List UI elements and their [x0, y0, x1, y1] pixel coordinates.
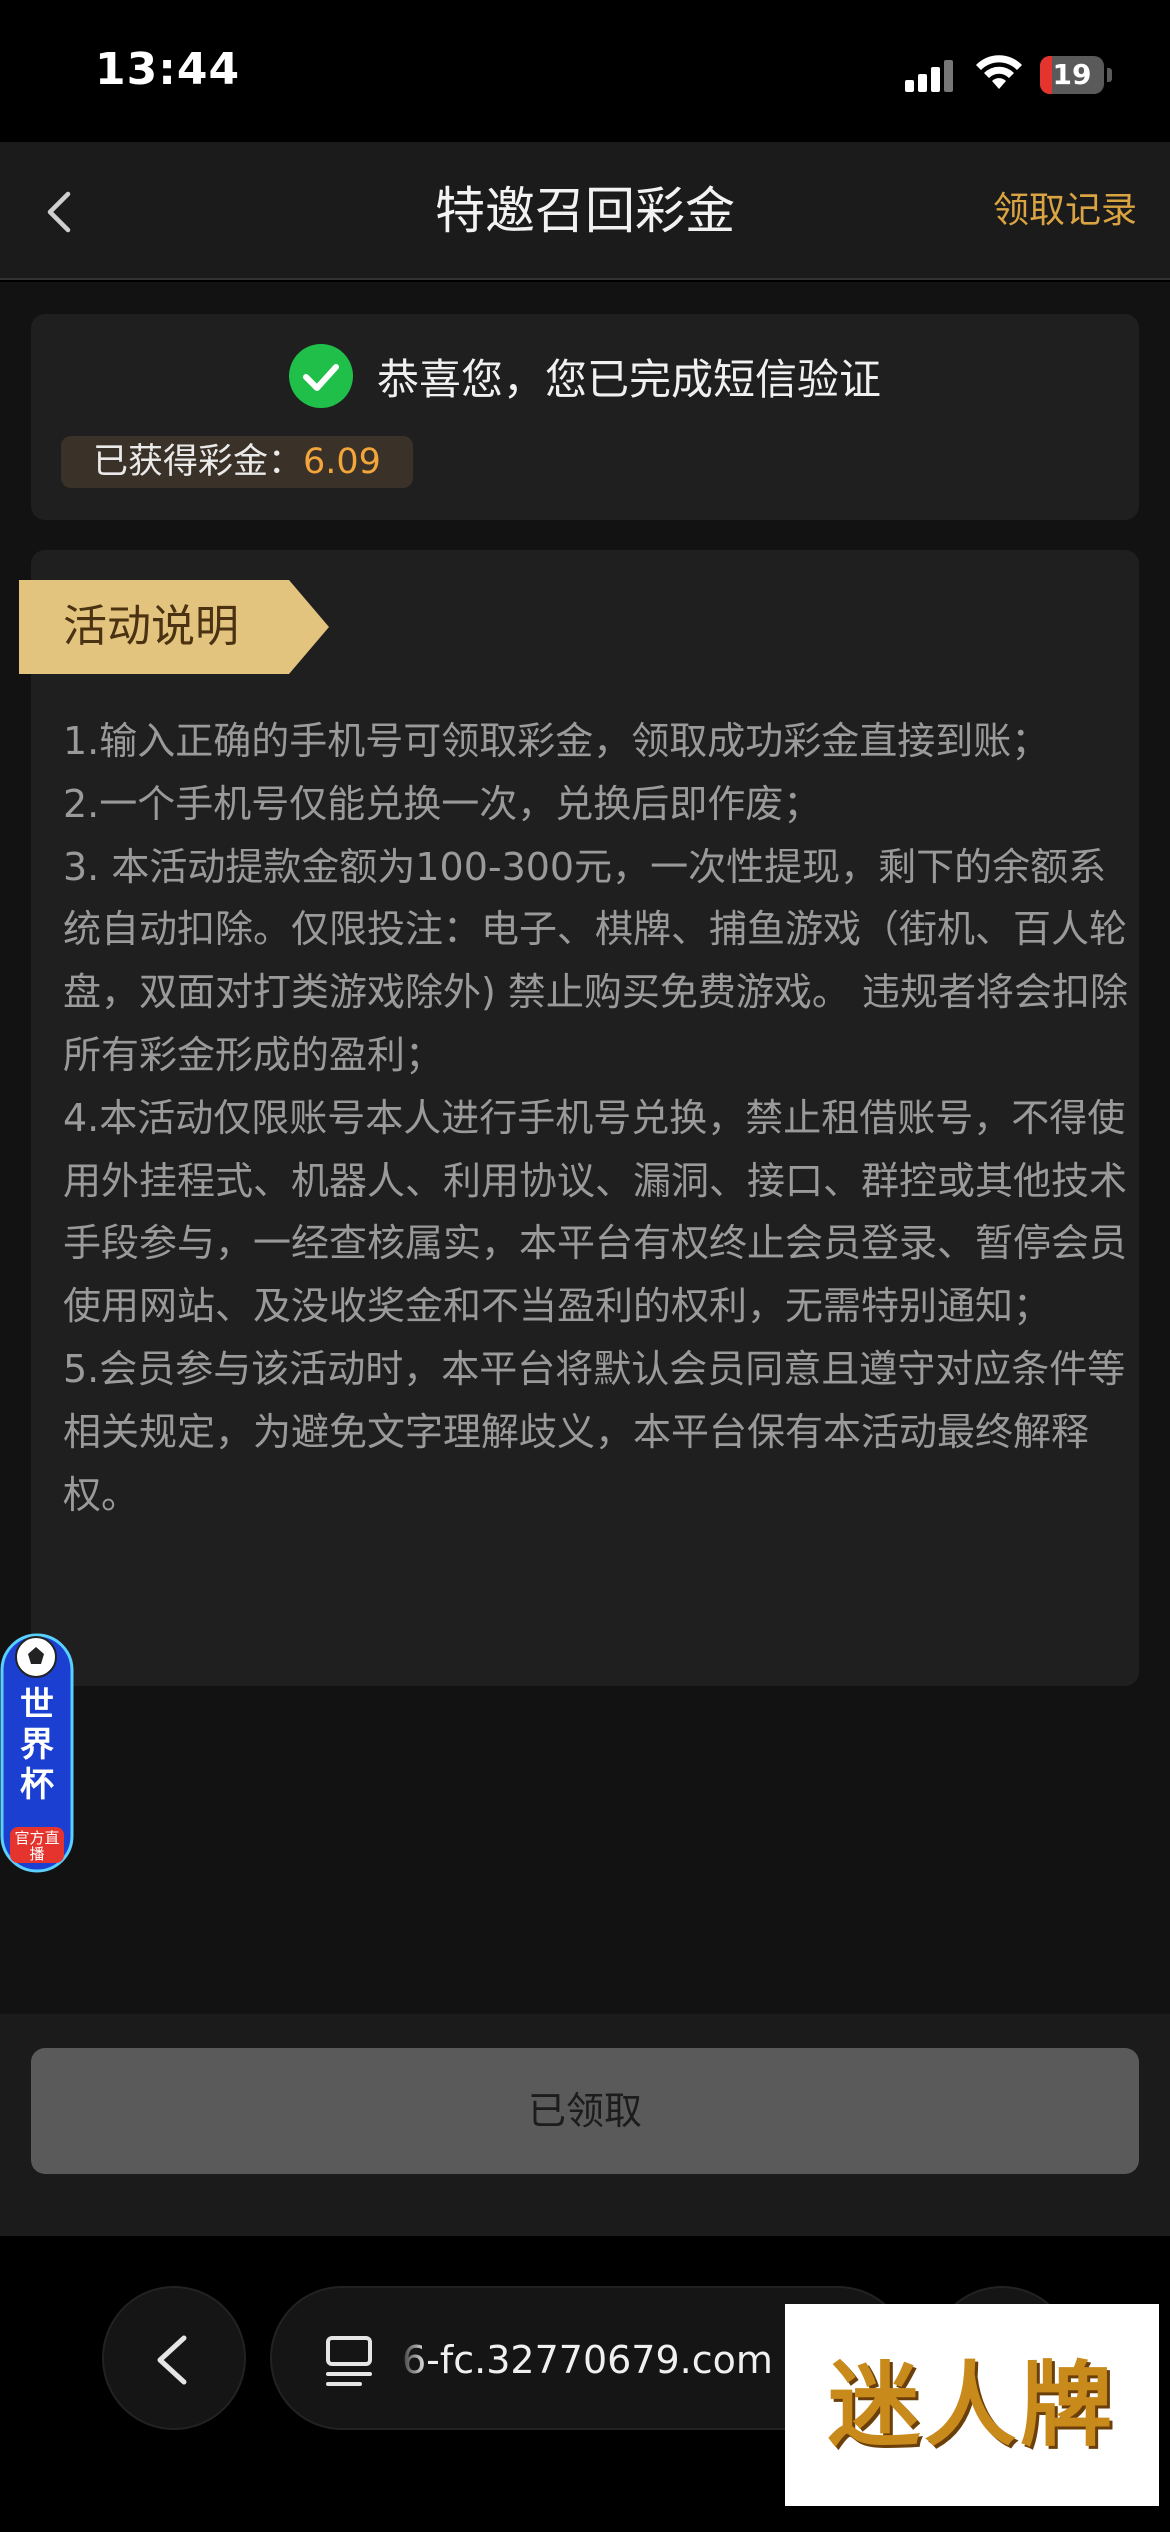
world-cup-subtitle: 官方直播	[14, 1829, 60, 1863]
bonus-label: 已获得彩金：	[93, 442, 304, 482]
claimed-button[interactable]: 已领取	[31, 2048, 1139, 2174]
world-cup-floating-badge[interactable]: 世界杯 官方直播	[0, 1627, 74, 1877]
cellular-signal-icon	[905, 60, 955, 92]
rules-tag-label: 活动说明	[63, 601, 239, 652]
page-menu-icon[interactable]	[324, 2334, 374, 2388]
rule-item: 3. 本活动提款金额为100-300元，一次性提现，剩下的余额系统自动扣除。仅限…	[63, 844, 1128, 1077]
claim-record-link[interactable]: 领取记录	[993, 142, 1137, 280]
nav-header: 特邀召回彩金 领取记录	[0, 142, 1170, 280]
rule-item: 2.一个手机号仅能兑换一次，兑换后即作废；	[63, 781, 822, 826]
success-message: 恭喜您，您已完成短信验证	[376, 354, 881, 404]
check-circle-icon	[288, 344, 353, 408]
page-content: 恭喜您，您已完成短信验证 已获得彩金：6.09 活动说明 1.输入正确的手机号可…	[0, 282, 1170, 2014]
back-chevron-icon	[157, 2335, 187, 2385]
watermark-text: 迷人牌	[827, 2351, 1116, 2459]
rule-item: 4.本活动仅限账号本人进行手机号兑换，禁止租借账号，不得使用外挂程式、机器人、利…	[63, 1095, 1128, 1329]
battery-level: 19	[1052, 58, 1092, 91]
status-time: 13:44	[95, 44, 241, 95]
rule-item: 1.输入正确的手机号可领取彩金，领取成功彩金直接到账；	[63, 719, 1050, 763]
back-chevron-icon[interactable]	[30, 182, 90, 242]
bottom-action-bar: 已领取	[0, 2014, 1170, 2236]
activity-rules-card: 活动说明 1.输入正确的手机号可领取彩金，领取成功彩金直接到账； 2.一个手机号…	[19, 550, 1139, 1686]
battery-icon: 19	[1040, 56, 1112, 94]
success-row: 恭喜您，您已完成短信验证	[31, 344, 1139, 412]
bonus-value: 6.09	[303, 442, 381, 482]
status-bar: 13:44 19	[0, 0, 1170, 142]
rule-item: 5.会员参与该活动时，本平台将默认会员同意且遵守对应条件等相关规定，为避免文字理…	[63, 1346, 1126, 1517]
world-cup-title: 世界杯	[20, 1685, 54, 1805]
rules-tag: 活动说明	[19, 580, 331, 674]
rules-text: 1.输入正确的手机号可领取彩金，领取成功彩金直接到账； 2.一个手机号仅能兑换一…	[63, 710, 1133, 1526]
verification-success-card: 恭喜您，您已完成短信验证 已获得彩金：6.09	[31, 314, 1139, 520]
wifi-icon	[976, 55, 1022, 89]
browser-back-button[interactable]	[102, 2286, 246, 2430]
bonus-badge: 已获得彩金：6.09	[61, 436, 413, 488]
watermark-logo: 迷人牌	[785, 2304, 1159, 2506]
url-text: 6-fc.32770679.com	[402, 2338, 773, 2382]
